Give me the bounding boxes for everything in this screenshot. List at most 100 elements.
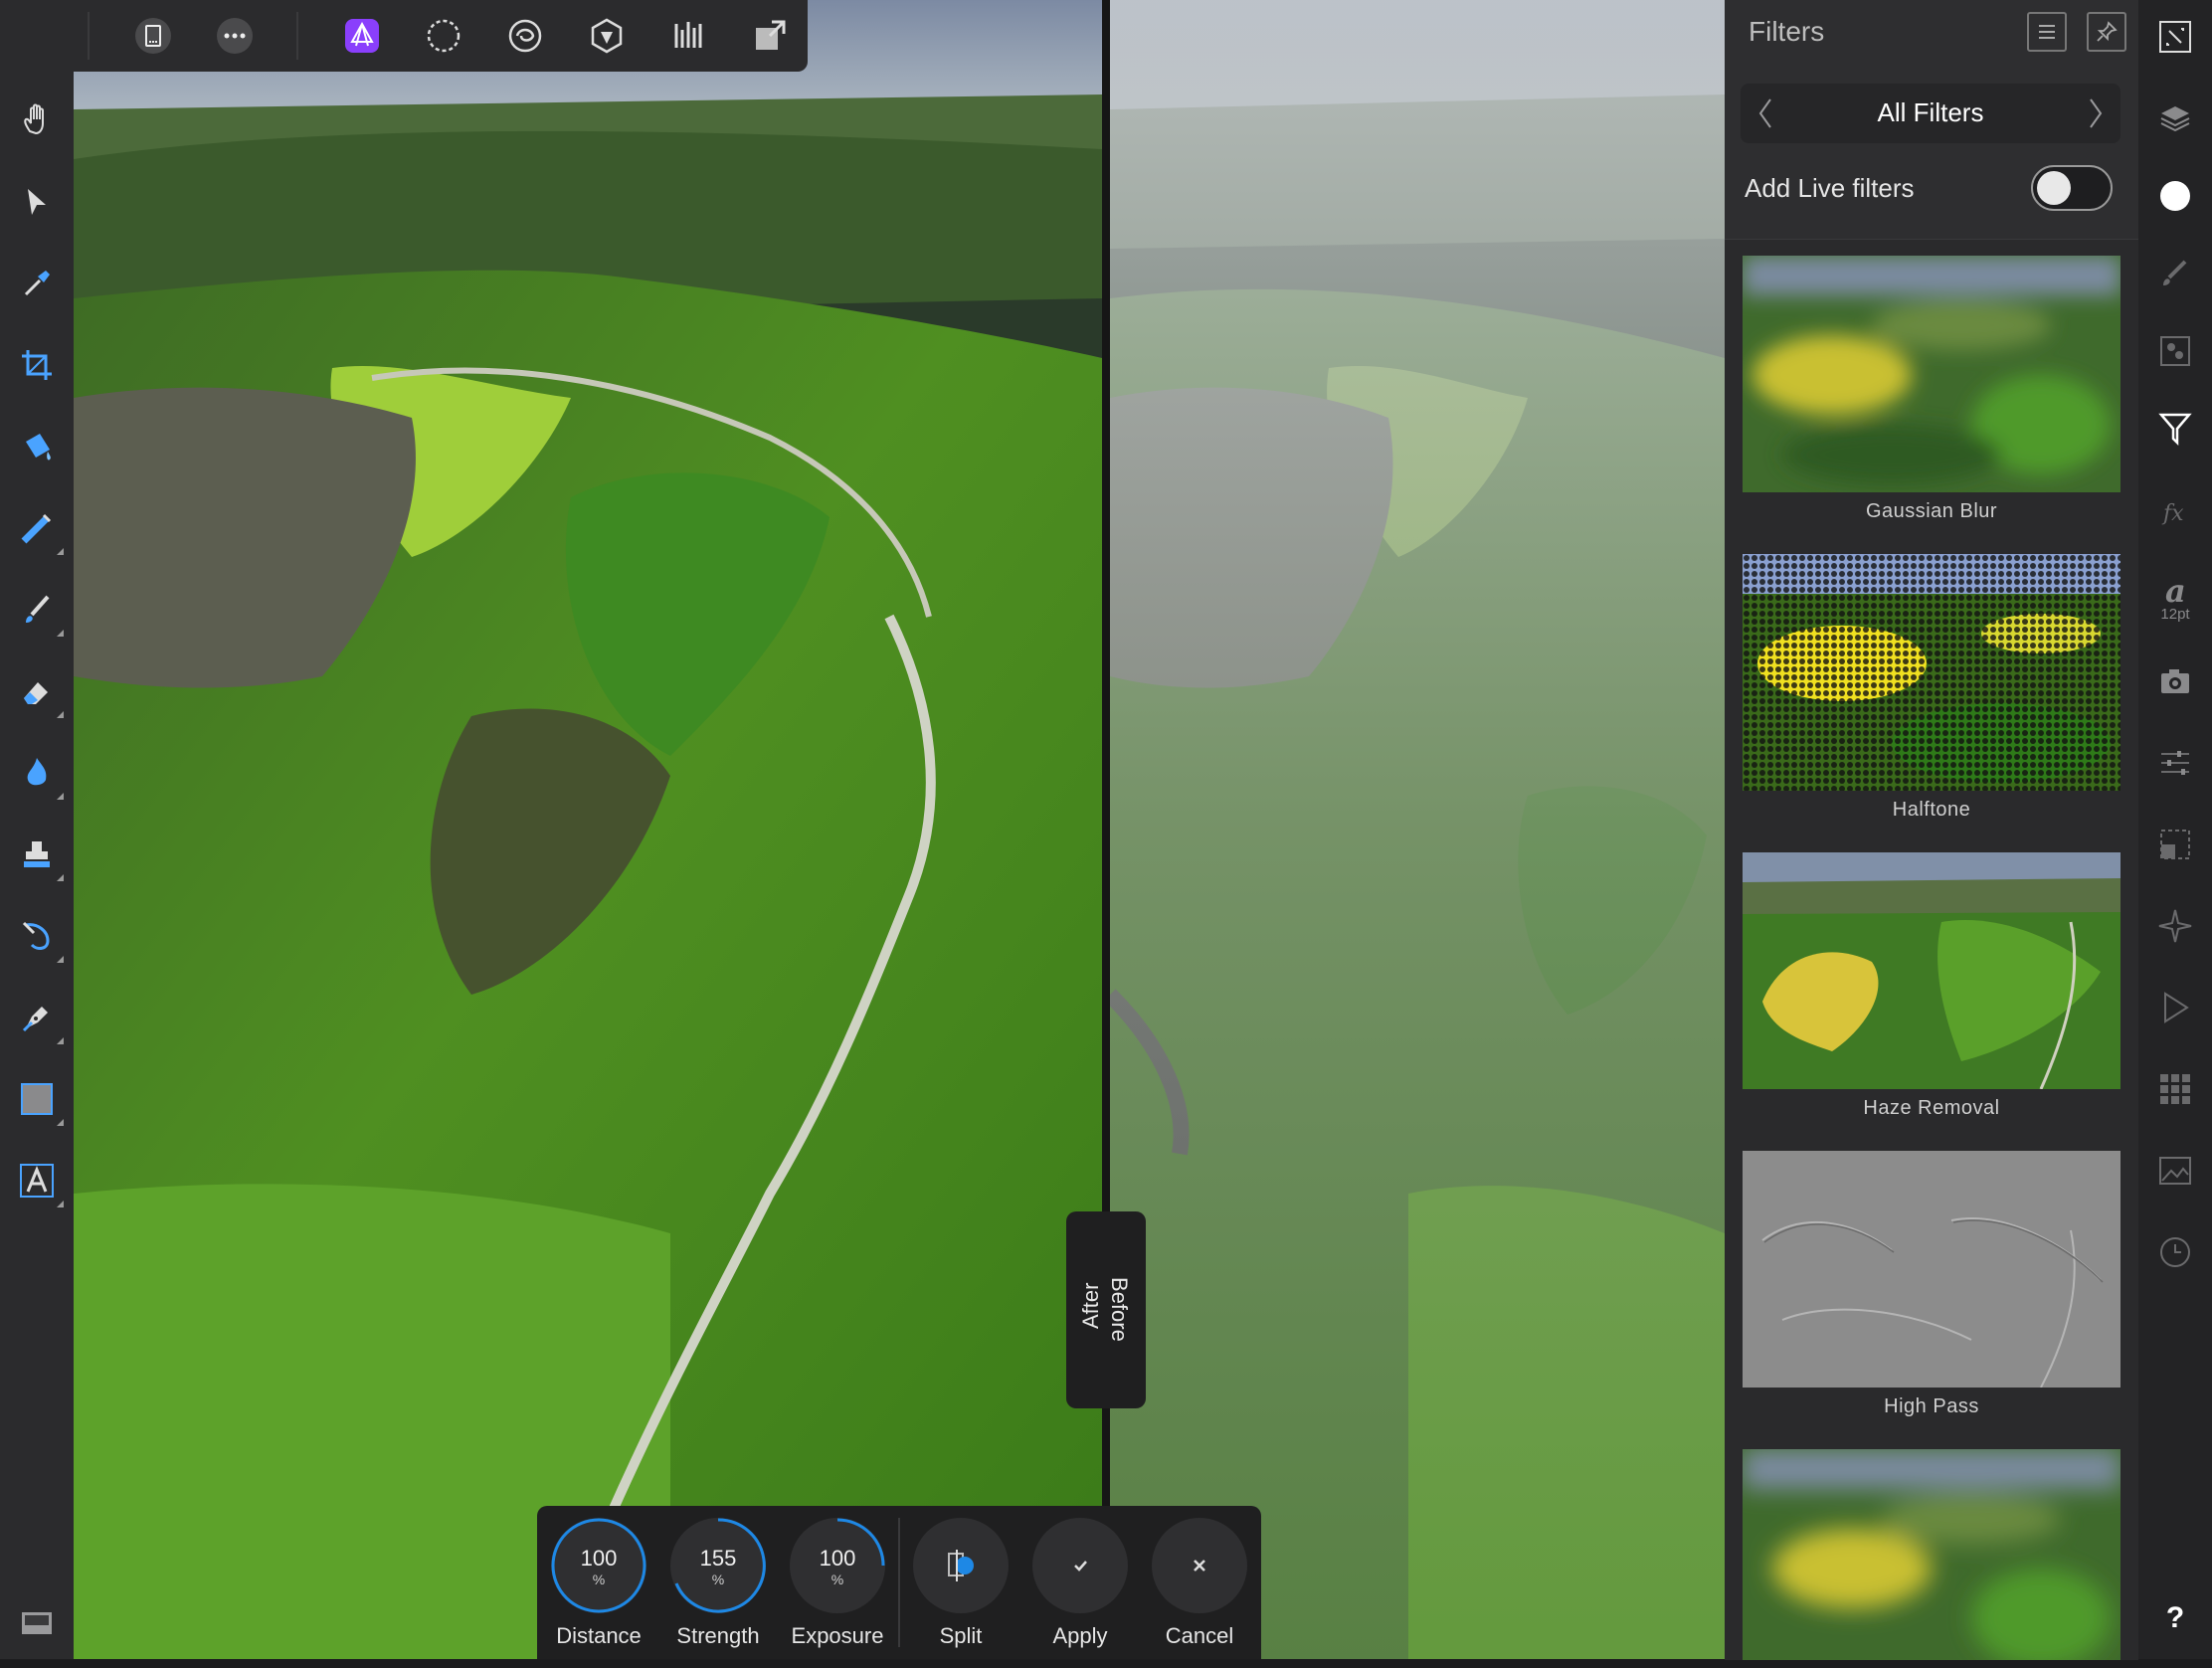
exposure-value: 100 — [819, 1546, 856, 1571]
split-label: Split — [939, 1623, 983, 1648]
filter-list[interactable]: Gaussian Blur Halftone Haze Removal High… — [1725, 239, 2138, 1660]
filter-item-gaussian-blur[interactable]: Gaussian Blur — [1743, 256, 2120, 523]
document-canvas[interactable] — [74, 0, 1725, 1659]
flood-fill-tool[interactable] — [14, 424, 60, 469]
more-button[interactable] — [211, 12, 259, 60]
distance-control[interactable]: 100 % Distance — [549, 1518, 648, 1649]
photo-persona-button[interactable] — [338, 12, 386, 60]
split-divider[interactable] — [1102, 0, 1110, 1659]
color-picker-tool[interactable] — [14, 261, 60, 306]
navigator-studio-button[interactable] — [2154, 905, 2196, 947]
panel-title: Filters — [1749, 16, 1825, 47]
burn-tool[interactable] — [14, 750, 64, 800]
transform-studio-button[interactable] — [2154, 824, 2196, 865]
exposure-dial[interactable]: 100 % — [790, 1518, 885, 1613]
document-button[interactable] — [129, 12, 177, 60]
play-icon — [2164, 992, 2189, 1023]
filter-item-5[interactable] — [1743, 1449, 2120, 1668]
strength-value: 155 — [699, 1546, 737, 1571]
fullscreen-button[interactable] — [2154, 16, 2196, 58]
strength-control[interactable]: 155 % Strength — [668, 1518, 768, 1649]
selection-brush-tool[interactable] — [14, 505, 64, 555]
compass-icon — [2158, 909, 2192, 943]
filter-category-label: All Filters — [1877, 97, 1984, 127]
before-after-tab[interactable]: After Before — [1066, 1211, 1146, 1408]
svg-text:fx: fx — [2161, 501, 2184, 526]
camera-icon — [2161, 669, 2189, 693]
view-tool[interactable] — [14, 97, 60, 143]
filter-item-high-pass[interactable]: High Pass — [1743, 1151, 2120, 1418]
split-button[interactable]: Split — [911, 1518, 1011, 1649]
photo-persona-icon — [345, 19, 379, 53]
distance-dial[interactable]: 100 % — [551, 1518, 646, 1613]
selection-persona-button[interactable] — [420, 12, 467, 60]
paint-bucket-icon — [26, 434, 51, 461]
history-studio-button[interactable] — [2154, 1231, 2196, 1273]
filters-studio-button[interactable] — [2154, 408, 2196, 450]
macro-studio-button[interactable] — [2154, 987, 2196, 1028]
filter-thumbnail[interactable] — [1743, 852, 2120, 1089]
clone-tool[interactable] — [14, 832, 64, 881]
filter-thumbnail[interactable] — [1743, 1449, 2120, 1660]
stamp-icon — [24, 841, 50, 867]
apply-label: Apply — [1052, 1623, 1108, 1648]
cancel-button[interactable]: Cancel — [1150, 1518, 1249, 1649]
erase-tool[interactable] — [14, 668, 64, 718]
tools-panel — [0, 0, 74, 1659]
list-view-button[interactable] — [2027, 12, 2067, 52]
clock-icon — [2160, 1237, 2190, 1267]
apply-button[interactable]: Apply — [1030, 1518, 1130, 1649]
shape-tool[interactable] — [14, 1076, 64, 1126]
develop-persona-button[interactable] — [583, 12, 631, 60]
filter-name: High Pass — [1884, 1395, 1979, 1417]
filter-item-haze-removal[interactable]: Haze Removal — [1743, 852, 2120, 1120]
filter-thumbnail[interactable] — [1743, 256, 2120, 492]
liquify-persona-button[interactable] — [501, 12, 549, 60]
stock-studio-button[interactable] — [2154, 1150, 2196, 1192]
adjustments-studio-button[interactable] — [2154, 742, 2196, 784]
split-icon — [948, 1550, 974, 1581]
hand-icon — [24, 103, 44, 135]
tone-mapping-persona-button[interactable] — [664, 12, 712, 60]
selection-persona-icon — [427, 19, 461, 53]
image-icon — [2159, 1157, 2191, 1185]
pin-panel-button[interactable] — [2087, 12, 2126, 52]
move-tool[interactable] — [14, 179, 60, 225]
filter-thumbnail[interactable] — [1743, 554, 2120, 791]
navigator-button[interactable] — [14, 1599, 60, 1645]
paint-brush-icon — [26, 595, 50, 623]
exposure-control[interactable]: 100 % Exposure — [788, 1518, 887, 1649]
distance-value: 100 — [580, 1546, 618, 1571]
help-button[interactable]: ? — [2154, 1597, 2196, 1639]
pen-tool[interactable] — [14, 995, 64, 1044]
library-studio-button[interactable] — [2154, 1068, 2196, 1110]
paint-brush-tool[interactable] — [14, 587, 64, 637]
layers-studio-button[interactable] — [2154, 97, 2196, 139]
snapshots-studio-button[interactable] — [2154, 660, 2196, 702]
filter-item-halftone[interactable]: Halftone — [1743, 554, 2120, 822]
eyedropper-icon — [24, 271, 50, 296]
exposure-unit: % — [830, 1572, 844, 1587]
live-filters-toggle[interactable] — [2031, 165, 2113, 211]
text-styles-studio-button[interactable]: a 12pt — [2154, 565, 2196, 629]
filter-thumbnail[interactable] — [1743, 1151, 2120, 1388]
color-studio-button[interactable] — [2154, 175, 2196, 217]
distance-unit: % — [592, 1572, 606, 1587]
chevron-right-icon[interactable] — [2081, 93, 2111, 133]
channels-studio-button[interactable] — [2154, 330, 2196, 372]
strength-dial[interactable]: 155 % — [670, 1518, 766, 1613]
filter-category-selector[interactable]: All Filters — [1741, 84, 2120, 143]
develop-persona-icon — [591, 18, 623, 54]
after-label: After — [1078, 1282, 1103, 1329]
healing-brush-tool[interactable] — [14, 913, 64, 963]
fx-studio-button[interactable]: fx — [2154, 491, 2196, 533]
top-toolbar — [0, 0, 808, 72]
strength-unit: % — [711, 1572, 725, 1587]
cancel-label: Cancel — [1165, 1623, 1234, 1648]
text-tool[interactable] — [14, 1158, 64, 1207]
brush-icon — [2163, 260, 2187, 285]
filter-context-toolbar: 100 % Distance 155 % Strength 100 % Expo… — [537, 1506, 1261, 1659]
crop-tool[interactable] — [14, 342, 60, 388]
export-persona-button[interactable] — [746, 12, 794, 60]
brushes-studio-button[interactable] — [2154, 253, 2196, 294]
